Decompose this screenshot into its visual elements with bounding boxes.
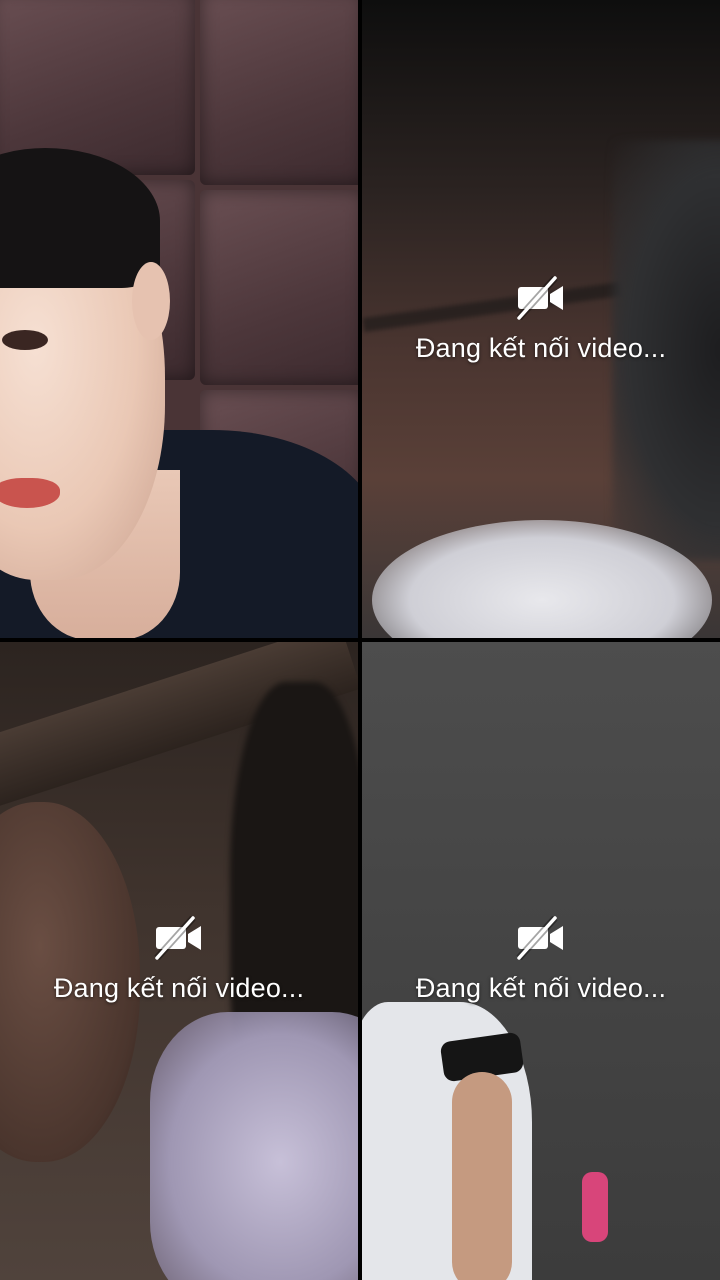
person-arm (452, 1072, 512, 1280)
pink-object (582, 1172, 608, 1242)
video-off-icon (515, 915, 567, 961)
person-ear (132, 262, 170, 340)
status-text: Đang kết nối video... (53, 973, 305, 1003)
status-text: Đang kết nối video... (415, 973, 667, 1003)
wall-panel (200, 0, 358, 185)
video-off-icon (515, 275, 567, 321)
connection-status: Đang kết nối video... (362, 275, 720, 364)
video-off-icon (153, 915, 205, 961)
status-text: Đang kết nối video... (415, 333, 667, 363)
participant-tile-4[interactable]: Đang kết nối video... (362, 642, 720, 1280)
connection-status: Đang kết nối video... (362, 915, 720, 1004)
person-clothing (150, 1012, 358, 1280)
person-eye (2, 330, 48, 350)
wall-panel (200, 190, 358, 385)
participant-tile-3[interactable]: Đang kết nối video... (0, 642, 358, 1280)
participant-tile-1[interactable] (0, 0, 358, 638)
connection-status: Đang kết nối video... (0, 915, 358, 1004)
participant-tile-2[interactable]: Đang kết nối video... (362, 0, 720, 638)
video-call-grid: Đang kết nối video... Đang kết nối video… (0, 0, 720, 1280)
